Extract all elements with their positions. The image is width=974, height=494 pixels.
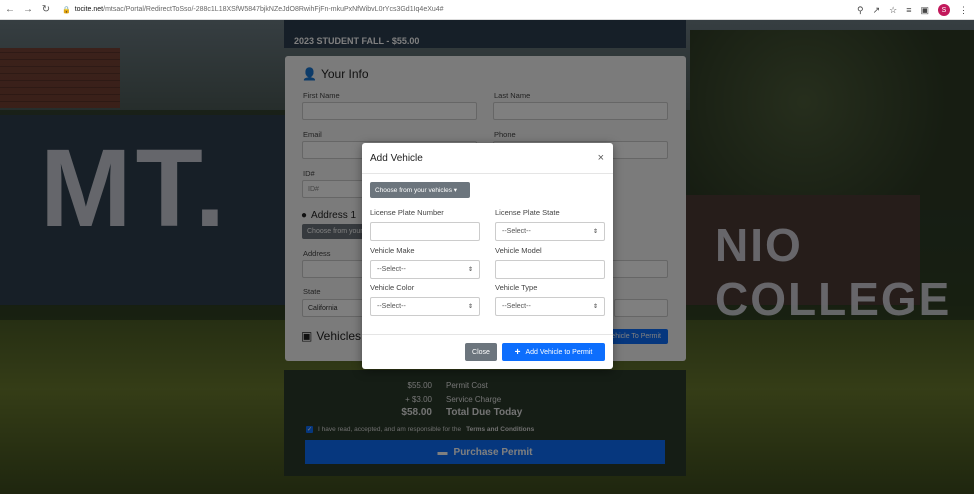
select-arrows-icon: ⇕	[592, 229, 598, 235]
add-vehicle-button[interactable]: + Add Vehicle to Permit	[502, 343, 605, 361]
back-icon[interactable]: ←	[2, 2, 18, 18]
type-label: Vehicle Type	[495, 283, 538, 292]
lock-icon: 🔒	[62, 6, 71, 14]
select-arrows-icon: ⇕	[592, 304, 598, 310]
address-bar[interactable]: 🔒 tocite.net /mtsac/Portal/RedirectToSso…	[62, 6, 444, 14]
reload-icon[interactable]: ↻	[38, 2, 54, 18]
plate-number-label: License Plate Number	[370, 208, 444, 217]
browser-toolbar: ← → ↻ 🔒 tocite.net /mtsac/Portal/Redirec…	[0, 0, 974, 20]
share-icon[interactable]: ↗	[873, 5, 881, 16]
reading-list-icon[interactable]: ≡	[906, 5, 911, 15]
add-vehicle-modal: Add Vehicle × Choose from your vehicles …	[362, 143, 613, 369]
model-label: Vehicle Model	[495, 246, 542, 255]
plus-icon: +	[514, 346, 521, 358]
plate-number-input[interactable]	[370, 222, 480, 241]
choose-vehicle-dropdown[interactable]: Choose from your vehicles ▾	[370, 182, 470, 198]
type-select[interactable]: --Select-- ⇕	[495, 297, 605, 316]
make-label: Vehicle Make	[370, 246, 415, 255]
plate-state-select[interactable]: --Select-- ⇕	[495, 222, 605, 241]
url-domain: tocite.net	[74, 6, 104, 13]
select-arrows-icon: ⇕	[467, 267, 473, 273]
plate-state-label: License Plate State	[495, 208, 560, 217]
close-button[interactable]: Close	[465, 343, 497, 361]
modal-title: Add Vehicle	[370, 152, 423, 164]
modal-footer: Close + Add Vehicle to Permit	[362, 334, 613, 369]
close-icon[interactable]: ×	[598, 152, 604, 164]
color-label: Vehicle Color	[370, 283, 415, 292]
make-select[interactable]: --Select-- ⇕	[370, 260, 480, 279]
modal-header: Add Vehicle	[362, 143, 613, 174]
side-panel-icon[interactable]: ▣	[920, 5, 929, 16]
select-arrows-icon: ⇕	[467, 304, 473, 310]
url-path: /mtsac/Portal/RedirectToSso/-288c1L18XSf…	[103, 6, 444, 13]
key-icon[interactable]: ⚲	[857, 5, 864, 16]
menu-icon[interactable]: ⋮	[959, 5, 968, 16]
color-select[interactable]: --Select-- ⇕	[370, 297, 480, 316]
forward-icon[interactable]: →	[20, 2, 36, 18]
star-icon[interactable]: ☆	[889, 5, 897, 16]
model-input[interactable]	[495, 260, 605, 279]
profile-avatar[interactable]: S	[938, 4, 950, 16]
